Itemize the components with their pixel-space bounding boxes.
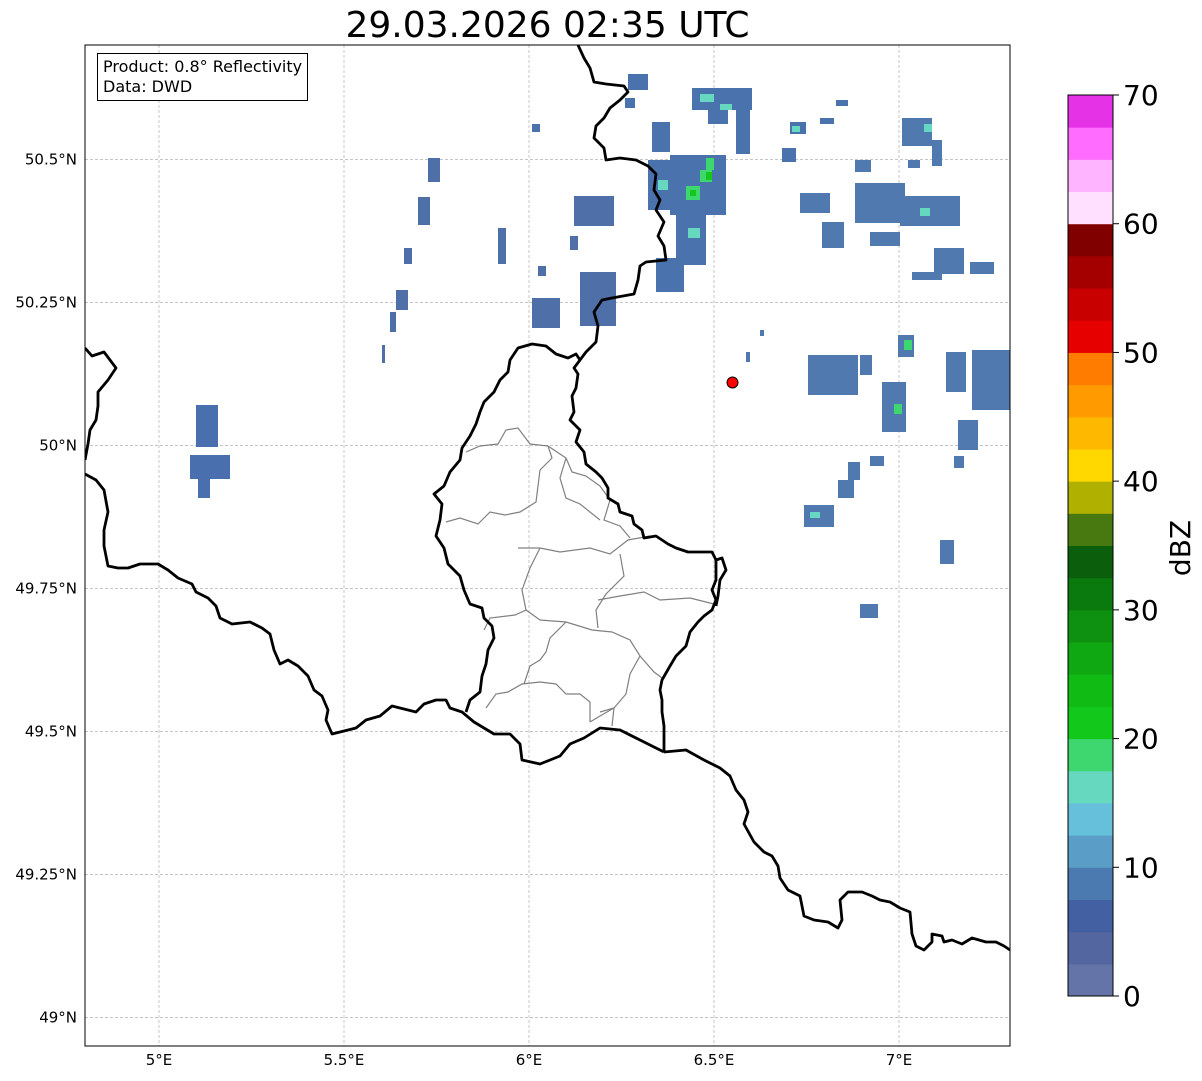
- colorbar-tick-label: 10: [1123, 851, 1159, 884]
- colorbar-bin: [1068, 255, 1113, 289]
- colorbar-bin: [1068, 899, 1113, 933]
- lat-tick-label: 50.25°N: [15, 293, 77, 311]
- colorbar-bin: [1068, 706, 1113, 740]
- colorbar-tick-label: 60: [1123, 208, 1159, 241]
- colorbar-tick-label: 70: [1123, 79, 1159, 112]
- colorbar-bin: [1068, 674, 1113, 707]
- colorbar: 0 10 20 30 40 50 60 70 dBZ: [1067, 79, 1197, 1013]
- product-label: Product: 0.8° Reflectivity: [103, 57, 303, 76]
- colorbar-bin: [1068, 513, 1113, 546]
- colorbar-bin: [1068, 609, 1113, 643]
- lon-tick-label: 5.5°E: [324, 1051, 365, 1069]
- colorbar-label: dBZ: [1164, 520, 1197, 576]
- colorbar-tick-label: 0: [1123, 980, 1141, 1013]
- colorbar-bin: [1068, 448, 1113, 482]
- colorbar-bin: [1068, 416, 1113, 450]
- lat-tick-label: 49°N: [39, 1008, 77, 1026]
- latitude-axis: 50.5°N 50.25°N 50°N 49.75°N 49.5°N 49.25°N 49°…: [15, 150, 77, 1026]
- colorbar-tick-label: 20: [1123, 723, 1159, 756]
- lat-tick-label: 50°N: [39, 436, 77, 454]
- data-source-label: Data: DWD: [103, 77, 193, 96]
- longitude-axis: 5°E 5.5°E 6°E 6.5°E 7°E: [146, 1051, 913, 1069]
- colorbar-tick-label: 40: [1123, 465, 1159, 498]
- colorbar-bin: [1068, 931, 1113, 965]
- lon-tick-label: 6°E: [516, 1051, 543, 1069]
- product-info-box: Product: 0.8° Reflectivity Data: DWD: [97, 53, 309, 101]
- colorbar-bin: [1068, 288, 1113, 321]
- colorbar-bin: [1068, 352, 1113, 386]
- radar-site-marker: [726, 376, 739, 389]
- colorbar-ticks: 0 10 20 30 40 50 60 70: [1113, 79, 1159, 1013]
- colorbar-bin: [1068, 481, 1113, 514]
- colorbar-bin: [1068, 642, 1113, 675]
- lat-tick-label: 50.5°N: [25, 150, 77, 168]
- colorbar-tick-label: 30: [1123, 594, 1159, 627]
- lon-tick-label: 7°E: [886, 1051, 913, 1069]
- lon-tick-label: 5°E: [146, 1051, 173, 1069]
- lat-tick-label: 49.75°N: [15, 579, 77, 597]
- colorbar-bin: [1068, 963, 1113, 997]
- lat-tick-label: 49.5°N: [25, 722, 77, 740]
- colorbar-bins: [1068, 95, 1113, 997]
- colorbar-bin: [1068, 95, 1113, 128]
- colorbar-bin: [1068, 577, 1113, 611]
- colorbar-bin: [1068, 835, 1113, 868]
- colorbar-bin: [1068, 384, 1113, 418]
- colorbar-bin: [1068, 320, 1113, 353]
- lat-tick-label: 49.25°N: [15, 865, 77, 883]
- colorbar-bin: [1068, 802, 1113, 836]
- colorbar-bin: [1068, 159, 1113, 193]
- lon-tick-label: 6.5°E: [694, 1051, 735, 1069]
- colorbar-bin: [1068, 191, 1113, 225]
- colorbar-bin: [1068, 738, 1113, 772]
- colorbar-bin: [1068, 867, 1113, 900]
- colorbar-bin: [1068, 770, 1113, 804]
- colorbar-bin: [1068, 223, 1113, 257]
- colorbar-bin: [1068, 545, 1113, 579]
- radar-map-figure: 5°E 5.5°E 6°E 6.5°E 7°E 50.5°N 50.25°N 50°N 49.…: [15, 44, 1197, 1069]
- colorbar-bin: [1068, 127, 1113, 160]
- colorbar-tick-label: 50: [1123, 336, 1159, 369]
